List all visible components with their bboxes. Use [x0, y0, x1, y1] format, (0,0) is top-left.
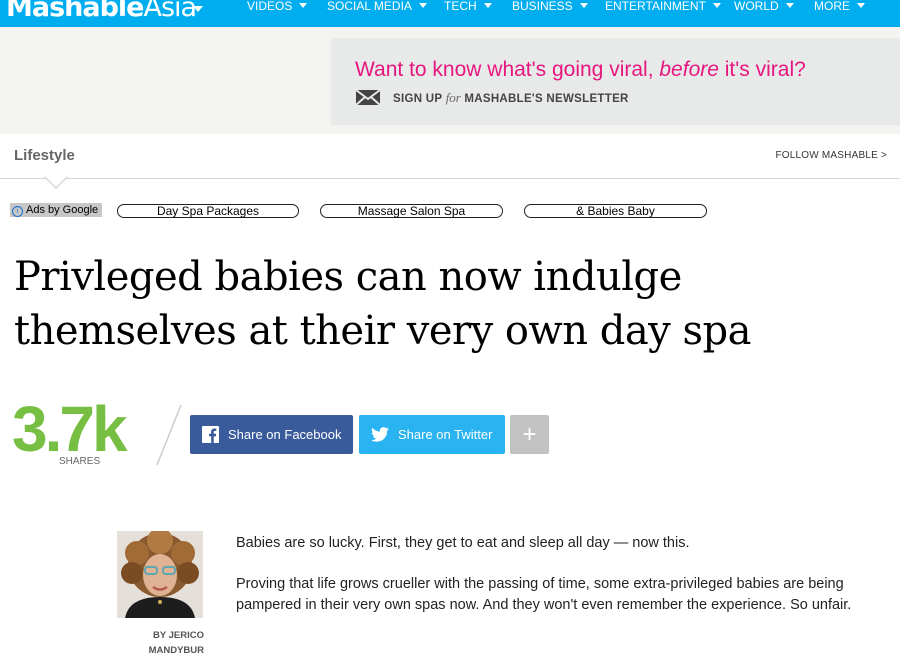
- nav-item-world[interactable]: WORLD: [734, 0, 794, 13]
- nav-item-tech[interactable]: TECH: [444, 0, 492, 13]
- ad-link-massage-salon-spa[interactable]: Massage Salon Spa: [320, 204, 503, 218]
- chevron-down-icon: [418, 3, 427, 9]
- nav-item-business[interactable]: BUSINESS: [512, 0, 588, 13]
- article-headline: Privleged babies can now indulge themsel…: [14, 254, 751, 354]
- share-twitter-button[interactable]: Share on Twitter: [359, 415, 505, 454]
- top-nav-bar: MashableAsia VIDEOS SOCIAL MEDIA TECH BU…: [0, 0, 900, 27]
- chevron-down-icon: [579, 3, 588, 9]
- article-paragraph: Proving that life grows crueller with th…: [236, 576, 852, 613]
- chevron-down-icon: [483, 3, 492, 9]
- ad-link-day-spa-packages[interactable]: Day Spa Packages: [117, 204, 299, 218]
- chevron-down-icon: [712, 3, 721, 9]
- share-count-label: SHARES: [59, 456, 101, 467]
- plus-icon: +: [522, 420, 537, 448]
- envelope-icon: [355, 89, 381, 106]
- share-count: 3.7k: [12, 393, 128, 465]
- follow-mashable-link[interactable]: FOLLOW MASHABLE >: [776, 150, 888, 161]
- share-facebook-button[interactable]: Share on Facebook: [190, 415, 353, 454]
- more-share-options-button[interactable]: +: [510, 415, 549, 454]
- chevron-down-icon: [857, 3, 865, 9]
- article-paragraph: Babies are so lucky. First, they get to …: [236, 535, 690, 551]
- author-byline[interactable]: BY JERICO MANDYBUR: [120, 628, 204, 658]
- section-pointer-fill: [45, 176, 67, 187]
- newsletter-headline[interactable]: Want to know what's going viral, before …: [355, 58, 806, 82]
- nav-item-more[interactable]: MORE: [814, 0, 865, 13]
- ads-by-google-label[interactable]: i Ads by Google: [10, 203, 103, 217]
- ad-link-babies-baby[interactable]: & Babies Baby: [524, 204, 707, 218]
- chevron-down-icon: [299, 3, 308, 9]
- info-icon: i: [12, 206, 23, 217]
- twitter-bird-icon: [371, 427, 389, 442]
- nav-item-entertainment[interactable]: ENTERTAINMENT: [605, 0, 721, 13]
- facebook-icon: [202, 426, 219, 443]
- newsletter-signup-link[interactable]: SIGN UP for MASHABLE'S NEWSLETTER: [393, 90, 629, 106]
- author-avatar[interactable]: [117, 531, 203, 618]
- section-title[interactable]: Lifestyle: [14, 147, 75, 164]
- edition-dropdown-icon[interactable]: [193, 6, 203, 12]
- site-logo[interactable]: MashableAsia: [6, 0, 197, 23]
- article-body: Babies are so lucky. First, they get to …: [236, 533, 856, 636]
- section-bar: [0, 134, 900, 179]
- nav-item-social-media[interactable]: SOCIAL MEDIA: [327, 0, 427, 13]
- chevron-down-icon: [785, 3, 794, 9]
- nav-item-videos[interactable]: VIDEOS: [247, 0, 308, 13]
- divider-slash: [156, 404, 182, 466]
